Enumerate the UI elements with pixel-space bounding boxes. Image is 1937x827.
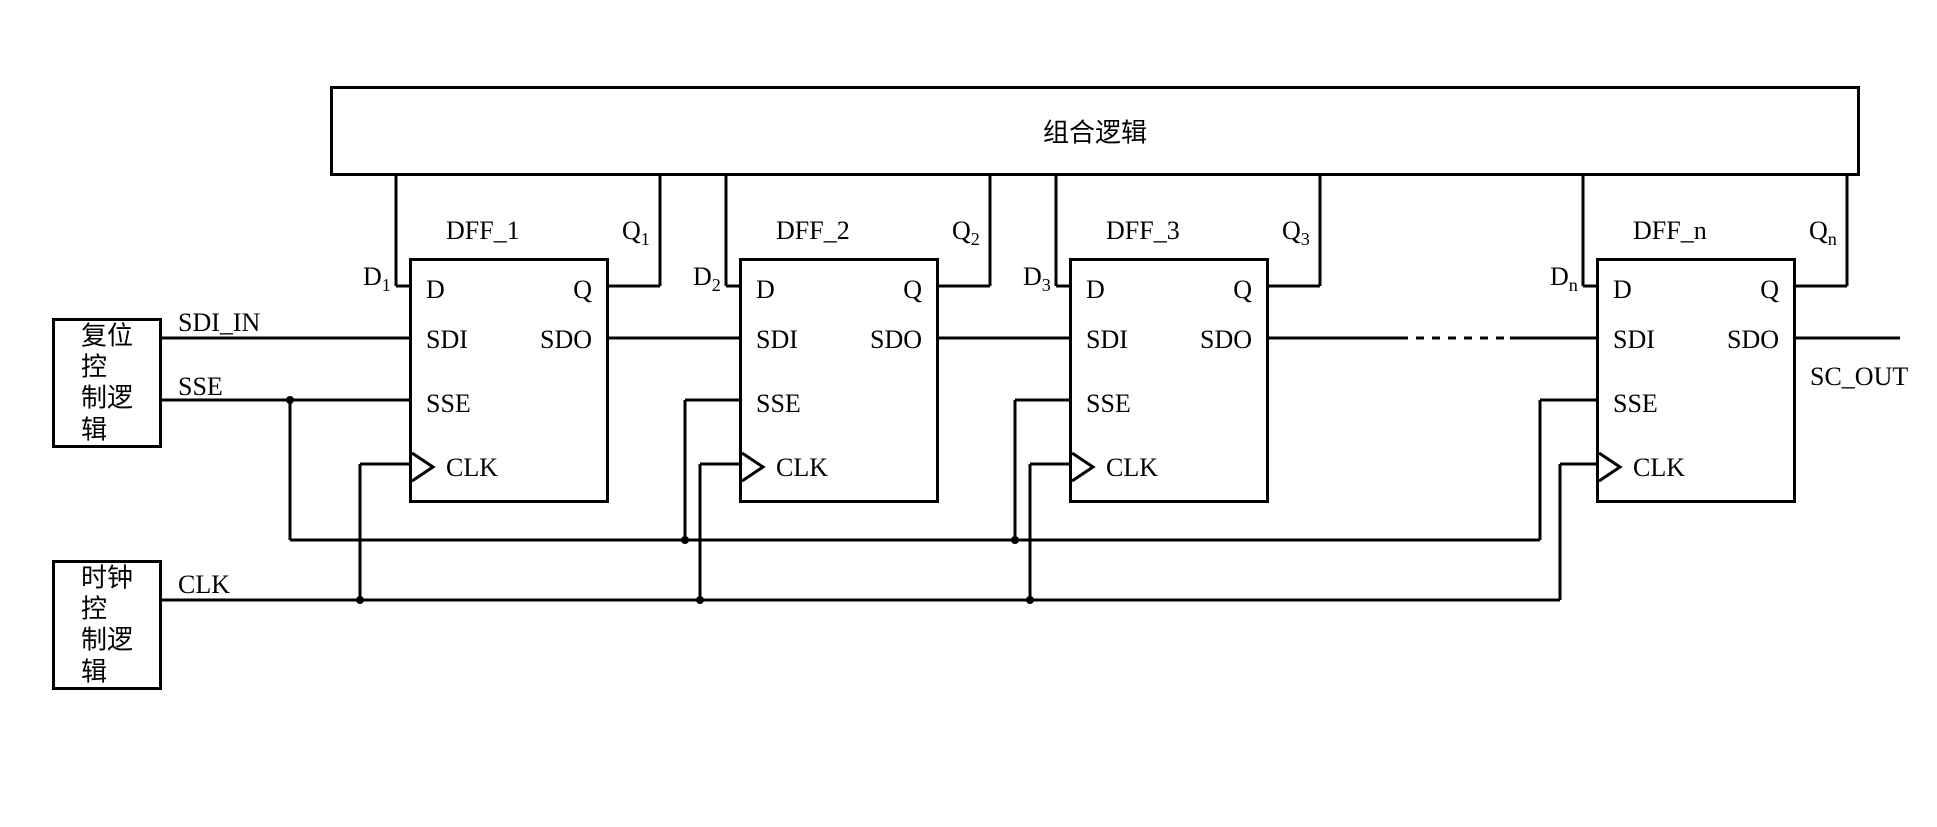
reset-control-block: 复位控 制逻辑 [52, 318, 162, 448]
q3-label: Q3 [1282, 216, 1310, 250]
dff1-pin-q: Q [573, 275, 592, 305]
dff2-pin-d: D [756, 275, 775, 305]
dff2-pin-q: Q [903, 275, 922, 305]
dff3-pin-sdi: SDI [1086, 325, 1128, 355]
dffn-pin-q: Q [1760, 275, 1779, 305]
dff-1-block: D Q SDI SDO SSE CLK [409, 258, 609, 503]
diagram-canvas: 组合逻辑 复位控 制逻辑 时钟控 制逻辑 D Q SDI SDO SSE CLK… [0, 0, 1937, 827]
dn-label: Dn [1550, 262, 1578, 296]
dff2-pin-sdo: SDO [870, 325, 922, 355]
dff1-pin-sse: SSE [426, 389, 471, 419]
dff-3-block: D Q SDI SDO SSE CLK [1069, 258, 1269, 503]
reset-line1: 复位控 [81, 321, 133, 383]
d1-label: D1 [363, 262, 391, 296]
dff3-pin-clk: CLK [1106, 453, 1158, 483]
dffn-pin-sse: SSE [1613, 389, 1658, 419]
dff3-pin-sdo: SDO [1200, 325, 1252, 355]
dff1-pin-sdo: SDO [540, 325, 592, 355]
d2-label: D2 [693, 262, 721, 296]
dff1-pin-sdi: SDI [426, 325, 468, 355]
qn-label: Qn [1809, 216, 1837, 250]
combinational-logic-label: 组合逻辑 [333, 113, 1857, 150]
dff2-pin-clk: CLK [776, 453, 828, 483]
sdi-in-label: SDI_IN [178, 308, 260, 338]
dff-2-block: D Q SDI SDO SSE CLK [739, 258, 939, 503]
dffn-title: DFF_n [1633, 216, 1707, 246]
reset-line2: 制逻辑 [81, 383, 133, 445]
clock-line1: 时钟控 [81, 563, 133, 625]
dff3-pin-sse: SSE [1086, 389, 1131, 419]
clock-line2: 制逻辑 [81, 625, 133, 687]
dffn-pin-d: D [1613, 275, 1632, 305]
q1-label: Q1 [622, 216, 650, 250]
clk-label: CLK [178, 570, 230, 600]
dff1-pin-clk: CLK [446, 453, 498, 483]
dff2-title: DFF_2 [776, 216, 850, 246]
sc-out-label: SC_OUT [1810, 362, 1908, 392]
dffn-pin-sdi: SDI [1613, 325, 1655, 355]
combinational-logic-block: 组合逻辑 [330, 86, 1860, 176]
dff2-pin-sse: SSE [756, 389, 801, 419]
clock-control-block: 时钟控 制逻辑 [52, 560, 162, 690]
dff2-pin-sdi: SDI [756, 325, 798, 355]
dff3-pin-q: Q [1233, 275, 1252, 305]
dff1-title: DFF_1 [446, 216, 520, 246]
sse-label: SSE [178, 372, 223, 402]
dff-n-block: D Q SDI SDO SSE CLK [1596, 258, 1796, 503]
dff1-pin-d: D [426, 275, 445, 305]
dff3-pin-d: D [1086, 275, 1105, 305]
q2-label: Q2 [952, 216, 980, 250]
dffn-pin-sdo: SDO [1727, 325, 1779, 355]
dff3-title: DFF_3 [1106, 216, 1180, 246]
d3-label: D3 [1023, 262, 1051, 296]
dffn-pin-clk: CLK [1633, 453, 1685, 483]
